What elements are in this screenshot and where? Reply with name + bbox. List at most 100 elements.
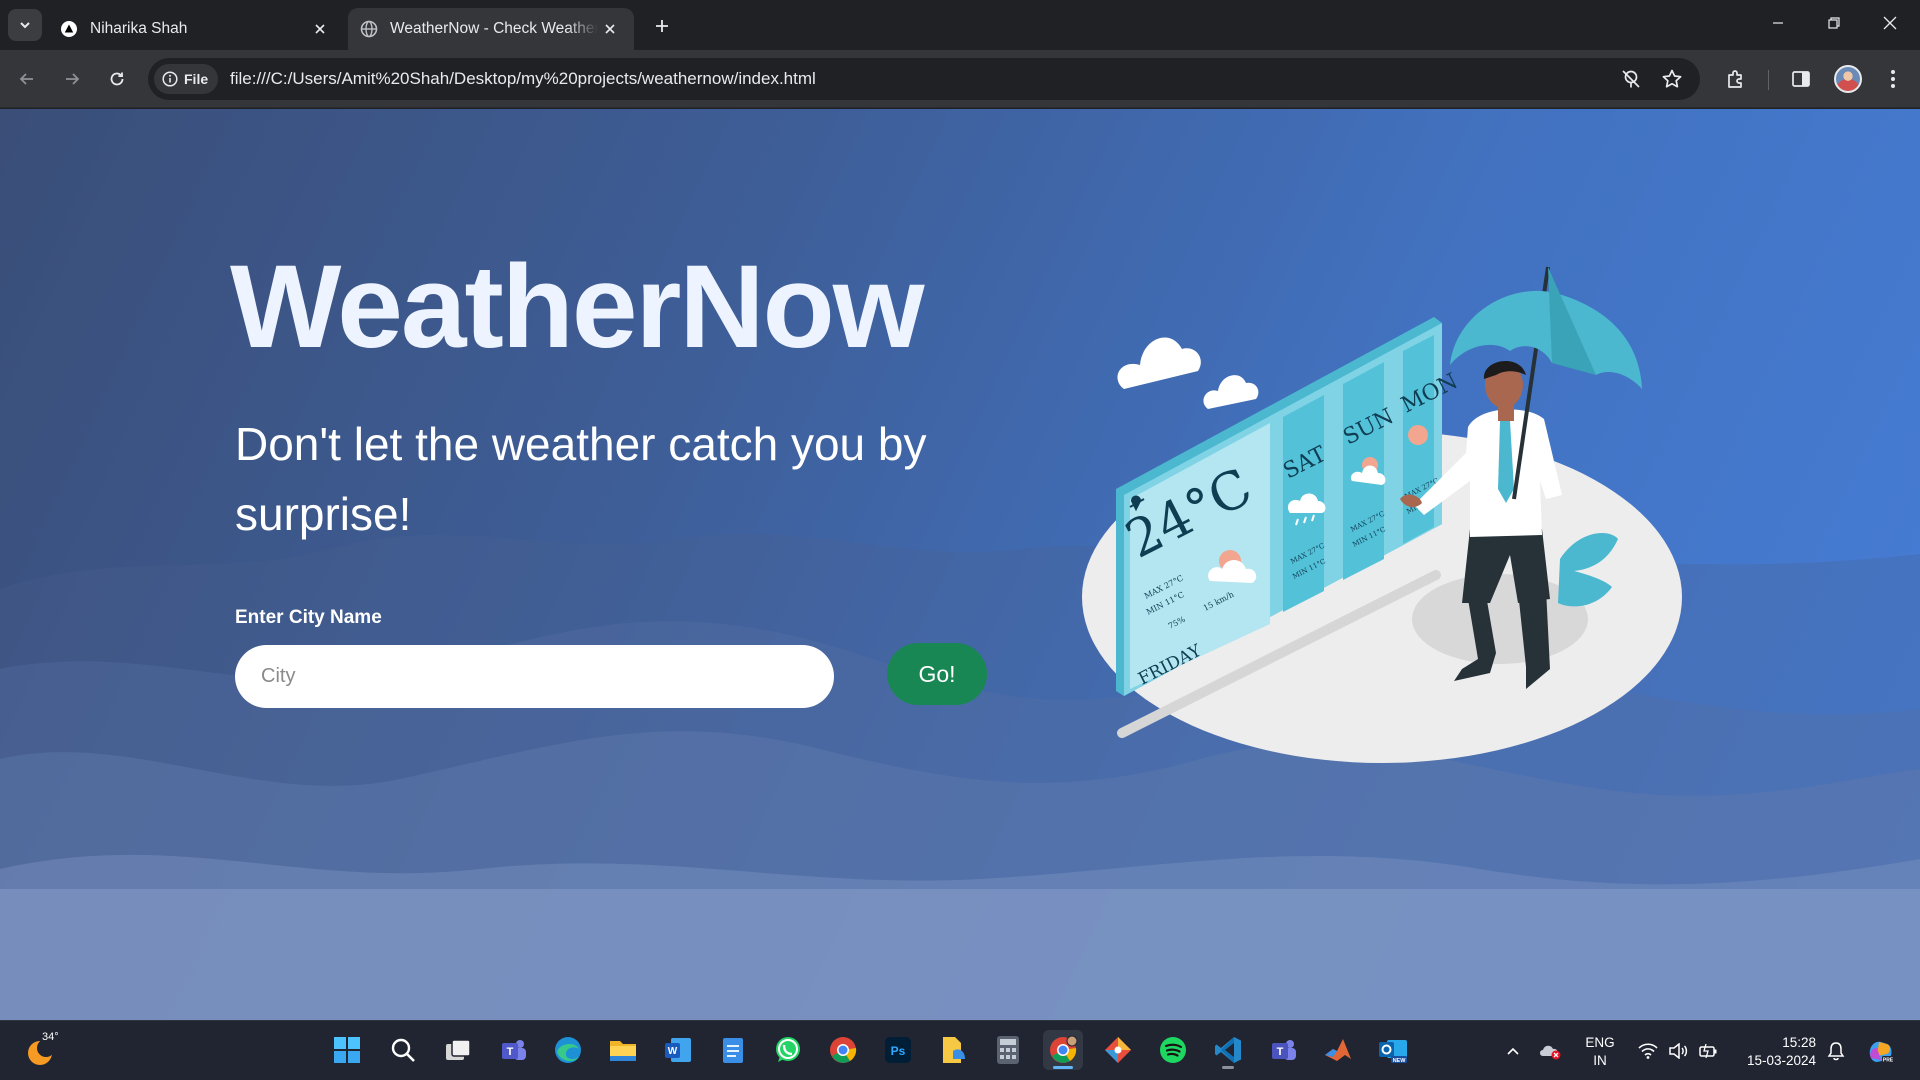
city-input[interactable]: [235, 645, 834, 708]
minimize-window-button[interactable]: [1750, 0, 1806, 46]
notepad-icon: [723, 1038, 743, 1063]
chrome-icon: [830, 1037, 857, 1063]
notepad-app[interactable]: [713, 1030, 753, 1070]
triangle-logo-icon: [60, 20, 78, 38]
restore-window-button[interactable]: [1806, 0, 1862, 46]
file-explorer-app[interactable]: [603, 1030, 643, 1070]
browser-tab-strip: Niharika Shah WeatherNow - Check Weather…: [0, 0, 1920, 50]
spotify-app[interactable]: [1153, 1030, 1193, 1070]
teams-icon: T: [1272, 1040, 1296, 1060]
taskbar: 34° T W Ps T NEW ENG IN 15:28 15-03-2024…: [0, 1020, 1920, 1080]
calculator-app[interactable]: [988, 1030, 1028, 1070]
spotify-icon: [1160, 1037, 1186, 1063]
region-code: IN: [1593, 1053, 1607, 1068]
weather-illustration: 24°C FRIDAY MAX 27°C MIN 11°C 75% 15 km/…: [1082, 266, 1682, 763]
weather-widget-temp[interactable]: 34°: [42, 1031, 59, 1043]
tab-search-button[interactable]: [8, 9, 42, 41]
vscode-app[interactable]: [1208, 1030, 1248, 1070]
side-panel-icon[interactable]: [1785, 63, 1817, 95]
matlab-icon: [1325, 1039, 1351, 1061]
taskbar-search-button[interactable]: [383, 1030, 423, 1070]
globe-icon: [360, 20, 378, 38]
outlook-new-app[interactable]: NEW: [1373, 1030, 1413, 1070]
close-icon: [1883, 16, 1897, 30]
plus-icon: [656, 20, 668, 32]
cloud-error-icon: [1540, 1045, 1561, 1060]
clock-date: 15-03-2024: [1746, 1053, 1816, 1068]
page-viewport: WeatherNow Don't let the weather catch y…: [0, 109, 1920, 1020]
toolbar-divider: [1768, 70, 1769, 90]
word-app[interactable]: W: [658, 1030, 698, 1070]
reload-button[interactable]: [100, 62, 134, 96]
word-icon: W: [665, 1038, 691, 1062]
battery-status[interactable]: [1694, 1021, 1722, 1080]
tracking-blocked-icon[interactable]: [1618, 66, 1644, 92]
photoshop-icon: Ps: [885, 1037, 911, 1063]
language-code: ENG: [1585, 1035, 1615, 1050]
windows-logo-icon: [334, 1037, 360, 1063]
close-window-button[interactable]: [1862, 0, 1918, 46]
photoshop-app[interactable]: Ps: [878, 1030, 918, 1070]
browser-toolbar: File file:///C:/Users/Amit%20Shah/Deskto…: [0, 50, 1920, 108]
task-view-button[interactable]: [438, 1030, 478, 1070]
extensions-puzzle-icon[interactable]: [1720, 63, 1752, 95]
svg-text:T: T: [507, 1046, 514, 1058]
url-text[interactable]: file:///C:/Users/Amit%20Shah/Desktop/my%…: [230, 58, 816, 100]
forward-button[interactable]: [55, 62, 89, 96]
teams-work-app[interactable]: T: [1263, 1030, 1303, 1070]
git-tool-app[interactable]: [1098, 1030, 1138, 1070]
clock[interactable]: 15:28 15-03-2024: [1724, 1034, 1816, 1070]
document-icon: [943, 1037, 965, 1063]
volume-status[interactable]: [1664, 1021, 1692, 1080]
files-app[interactable]: [933, 1030, 973, 1070]
teams-app[interactable]: T: [493, 1030, 533, 1070]
back-button[interactable]: [10, 62, 44, 96]
battery-charging-icon: [1699, 1043, 1717, 1059]
chrome-icon: [1050, 1035, 1078, 1063]
svg-text:Ps: Ps: [891, 1044, 906, 1058]
go-button[interactable]: Go!: [887, 643, 987, 705]
site-info-chip[interactable]: File: [154, 64, 219, 94]
matlab-app[interactable]: [1318, 1030, 1358, 1070]
svg-text:T: T: [1277, 1046, 1284, 1058]
sun-icon: [1408, 425, 1428, 445]
copilot-button[interactable]: PRE: [1862, 1021, 1898, 1080]
svg-text:W: W: [668, 1046, 678, 1057]
tab-title: Niharika Shah: [90, 20, 188, 37]
speaker-icon: [1669, 1043, 1688, 1059]
language-indicator[interactable]: ENG IN: [1574, 1034, 1626, 1070]
tab-weathernow[interactable]: WeatherNow - Check Weather of Any City: [348, 8, 634, 50]
bell-icon: [1827, 1042, 1845, 1061]
close-tab-icon[interactable]: [598, 17, 622, 41]
git-diamond-icon: [1105, 1037, 1131, 1063]
calculator-icon: [997, 1036, 1019, 1064]
site-info-label: File: [184, 71, 209, 87]
chrome-alt-app[interactable]: [823, 1030, 863, 1070]
start-button[interactable]: [327, 1030, 367, 1070]
search-icon: [391, 1038, 415, 1062]
city-field-label: Enter City Name: [235, 607, 382, 628]
whatsapp-icon: [776, 1037, 800, 1062]
address-bar[interactable]: File file:///C:/Users/Amit%20Shah/Deskto…: [148, 58, 1700, 100]
folder-icon: [610, 1041, 636, 1061]
profile-avatar[interactable]: [1834, 65, 1862, 93]
whatsapp-app[interactable]: [768, 1030, 808, 1070]
onedrive-status-button[interactable]: [1536, 1021, 1566, 1080]
page-tagline: Don't let the weather catch you by surpr…: [235, 418, 927, 540]
new-tab-button[interactable]: [648, 12, 676, 40]
chrome-app[interactable]: [1043, 1030, 1083, 1070]
edge-app[interactable]: [548, 1030, 588, 1070]
close-tab-icon[interactable]: [308, 17, 332, 41]
show-hidden-icons-button[interactable]: [1500, 1021, 1526, 1080]
active-indicator: [1053, 1066, 1073, 1069]
tab-niharika-shah[interactable]: Niharika Shah: [48, 8, 344, 50]
wifi-status[interactable]: [1634, 1021, 1662, 1080]
task-view-icon: [446, 1039, 471, 1060]
teams-icon: T: [502, 1040, 526, 1060]
running-indicator: [1222, 1066, 1234, 1069]
notifications-button[interactable]: [1822, 1021, 1850, 1080]
browser-menu-icon[interactable]: [1877, 63, 1909, 95]
cloud-icon: [1117, 337, 1259, 409]
arrow-right-icon: [66, 73, 80, 85]
bookmark-star-icon[interactable]: [1659, 66, 1685, 92]
